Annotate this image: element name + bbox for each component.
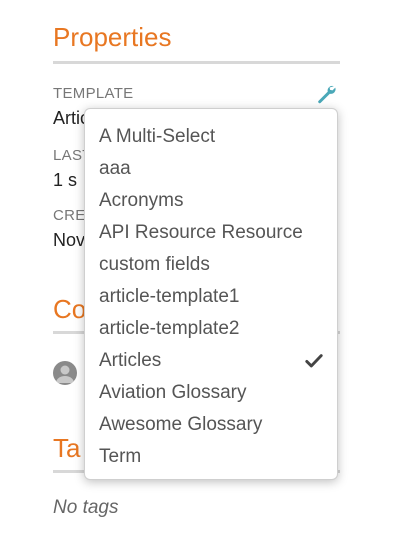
dropdown-item-selected[interactable]: Articles: [85, 345, 337, 377]
wrench-icon[interactable]: [315, 83, 337, 105]
contributors-title: Co: [53, 294, 87, 324]
template-label: TEMPLATE: [53, 85, 134, 102]
dropdown-item[interactable]: aaa: [85, 153, 337, 185]
dropdown-item[interactable]: Aviation Glossary: [85, 377, 337, 409]
dropdown-item[interactable]: API Resource Resource: [85, 217, 337, 249]
properties-divider: [53, 61, 340, 64]
dropdown-item[interactable]: article-template2: [85, 313, 337, 345]
properties-title: Properties: [53, 22, 172, 52]
avatar-icon[interactable]: [53, 361, 77, 385]
dropdown-item[interactable]: Acronyms: [85, 185, 337, 217]
dropdown-item[interactable]: Term: [85, 441, 337, 473]
dropdown-item[interactable]: Awesome Glossary: [85, 409, 337, 441]
template-dropdown[interactable]: A Multi-Select aaa Acronyms API Resource…: [84, 108, 338, 480]
no-tags-text: No tags: [53, 497, 119, 518]
tags-title: Ta: [53, 433, 81, 463]
dropdown-item[interactable]: custom fields: [85, 249, 337, 281]
dropdown-item[interactable]: A Multi-Select: [85, 121, 337, 153]
dropdown-item-label: Articles: [99, 350, 162, 371]
checkmark-icon: [305, 354, 323, 368]
dropdown-item[interactable]: article-template1: [85, 281, 337, 313]
